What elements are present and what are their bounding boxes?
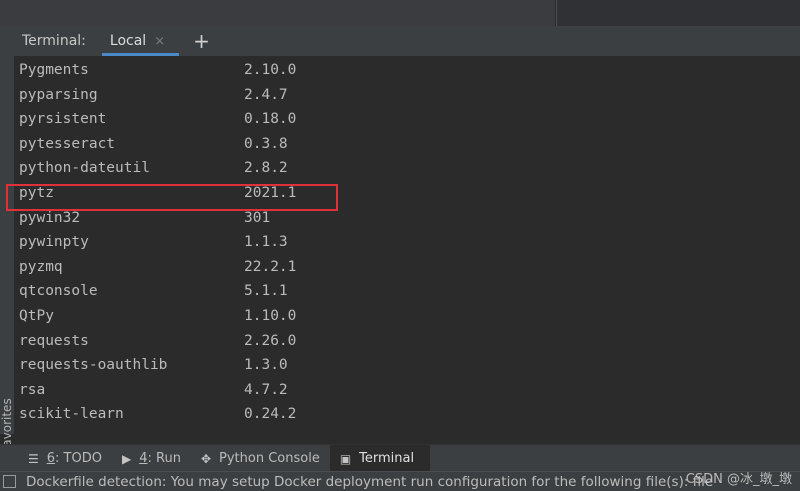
package-version: 1.1.3 <box>244 234 288 251</box>
package-version: 2.10.0 <box>244 62 297 78</box>
list-icon: ☰ <box>28 451 39 466</box>
editor-area-left <box>0 0 555 27</box>
todo-label: 6: TODO <box>46 451 102 466</box>
package-version: 2.8.2 <box>244 160 288 177</box>
terminal-output[interactable]: Pygments 2.10.0 pyparsing 2.4.7 pyrsistent 0.… <box>6 56 800 434</box>
package-name: python-dateutil <box>19 160 150 177</box>
package-version: 1.3.0 <box>244 357 288 374</box>
run-tool-button[interactable]: ▶ 4: Run <box>112 445 191 472</box>
package-version: 0.24.2 <box>244 406 297 423</box>
todo-tool-button[interactable]: ☰ 6: TODO <box>18 445 112 472</box>
package-name: pyparsing <box>19 86 98 103</box>
status-message[interactable]: Dockerfile detection: You may setup Dock… <box>26 474 713 490</box>
package-version: 1.10.0 <box>244 308 297 324</box>
package-version: 4.7.2 <box>244 381 288 398</box>
package-name: Pygments <box>19 62 89 78</box>
add-tab-icon[interactable]: + <box>193 31 210 51</box>
editor-area-right <box>556 0 800 27</box>
terminal-tab-bar: Terminal: Local × + <box>0 26 800 57</box>
close-icon[interactable]: × <box>154 34 165 49</box>
run-label: 4: Run <box>139 451 181 466</box>
package-name: QtPy <box>19 308 54 324</box>
package-name: pyzmq <box>19 258 63 275</box>
terminal-icon: ▣ <box>339 451 352 466</box>
package-version: 2.26.0 <box>244 332 297 349</box>
package-name: rsa <box>19 381 46 398</box>
status-checkbox-icon[interactable] <box>3 475 16 488</box>
package-name: pytesseract <box>19 135 116 152</box>
python-console-label: Python Console <box>219 451 320 466</box>
package-version: 2.4.7 <box>244 86 288 103</box>
status-bar: Dockerfile detection: You may setup Dock… <box>0 471 800 491</box>
package-name: scikit-learn <box>19 406 124 423</box>
package-version: 5.1.1 <box>244 283 288 300</box>
terminal-title: Terminal: <box>22 33 86 49</box>
package-name: pyrsistent <box>19 111 107 128</box>
left-tool-strip: ★ 2: Favorites <box>0 56 14 486</box>
package-version: 0.18.0 <box>244 111 297 128</box>
editor-top-strip <box>0 0 800 27</box>
python-icon: ✥ <box>200 451 212 466</box>
terminal-tool-label: Terminal <box>359 451 415 466</box>
tab-local-label: Local <box>109 33 147 49</box>
package-name: qtconsole <box>19 283 98 300</box>
package-version: 0.3.8 <box>244 135 288 152</box>
package-name: pywinpty <box>19 234 89 251</box>
play-icon: ▶ <box>121 451 132 466</box>
package-name: requests-oauthlib <box>19 357 168 374</box>
package-name: requests <box>19 332 89 349</box>
package-version: 22.2.1 <box>244 258 297 275</box>
python-console-tool-button[interactable]: ✥ Python Console <box>191 445 330 472</box>
tab-local[interactable]: Local × <box>101 26 180 56</box>
bottom-tool-bar: ☰ 6: TODO ▶ 4: Run ✥ Python Console ▣ Te… <box>0 444 800 472</box>
highlight-box <box>6 184 338 211</box>
watermark: CSDN @冰_墩_墩 <box>685 472 792 487</box>
terminal-tool-button[interactable]: ▣ Terminal <box>329 445 431 472</box>
